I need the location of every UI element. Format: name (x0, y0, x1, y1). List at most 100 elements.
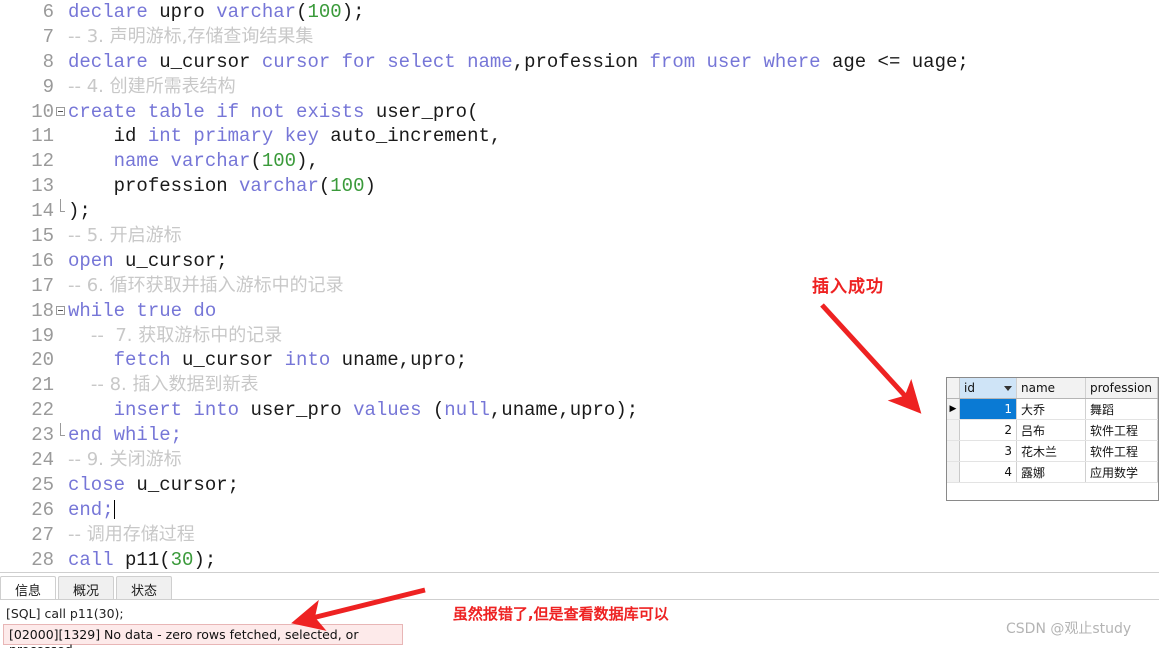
code-line[interactable]: 7 -- 3. 声明游标,存储查询结果集 (0, 25, 1159, 50)
error-message-text: [02000][1329] No data - zero rows fetche… (9, 627, 359, 648)
code-text: create table if not exists user_pro( (68, 100, 478, 125)
cell-id[interactable]: 2 (959, 419, 1017, 441)
cell-id[interactable]: 1 (959, 398, 1017, 420)
code-token-plain: ), (296, 150, 319, 173)
code-line[interactable]: 12 name varchar(100), (0, 149, 1159, 174)
code-token-kw: int primary key (147, 125, 331, 148)
cell-name[interactable]: 花木兰 (1016, 440, 1086, 462)
line-number: 24 (31, 449, 54, 472)
line-number: 12 (31, 150, 54, 173)
code-line[interactable]: 17 -- 6. 循环获取并插入游标中的记录 (0, 274, 1159, 299)
cell-name[interactable]: 露娜 (1016, 461, 1086, 483)
fold-minus-icon[interactable] (56, 106, 65, 116)
cell-profession[interactable]: 软件工程 (1085, 419, 1158, 441)
code-token-plain: auto_increment, (330, 125, 502, 148)
result-table-header-row: id name profession (947, 378, 1158, 399)
line-number: 27 (31, 523, 54, 546)
column-header-id[interactable]: id (959, 378, 1017, 399)
code-text: call p11(30); (68, 548, 216, 572)
code-token-plain: age <= uage; (831, 50, 969, 73)
code-line[interactable]: 8 declare u_cursor cursor for select name… (0, 50, 1159, 75)
code-line[interactable]: 10 create table if not exists user_pro( (0, 100, 1159, 125)
fold-minus-icon[interactable] (56, 305, 65, 315)
table-row[interactable]: 2 吕布 软件工程 (947, 419, 1158, 441)
code-token-plain: profession (68, 175, 240, 198)
cell-profession[interactable]: 舞蹈 (1085, 398, 1158, 420)
output-tab[interactable]: 信息 (0, 576, 57, 600)
chevron-down-icon[interactable] (1004, 385, 1012, 391)
code-token-num: 30 (170, 548, 194, 571)
code-token-cmt: -- 5. 开启游标 (68, 225, 182, 247)
row-selector[interactable]: ▶ (947, 398, 960, 420)
code-text: end; (68, 498, 115, 523)
line-number: 7 (42, 25, 54, 48)
code-text: while true do (68, 299, 216, 324)
code-token-cmt: -- 9. 关闭游标 (68, 449, 182, 471)
result-grid[interactable]: id name profession ▶ 1 大乔 舞蹈 2 吕布 软件工程 3 花木兰 软件工程… (946, 377, 1159, 501)
row-selector[interactable] (947, 461, 960, 483)
code-text: fetch u_cursor into uname,upro; (68, 348, 467, 373)
code-text: name varchar(100), (68, 149, 319, 174)
line-number: 22 (31, 399, 54, 422)
code-token-kw: close (68, 473, 137, 496)
cell-name[interactable]: 吕布 (1016, 419, 1086, 441)
output-tab[interactable]: 概况 (58, 576, 115, 600)
code-token-kw: insert into (113, 399, 251, 422)
code-token-kw: varchar (216, 1, 297, 23)
result-table[interactable]: id name profession ▶ 1 大乔 舞蹈 2 吕布 软件工程 3 花木兰 软件工程… (947, 378, 1158, 483)
code-line[interactable]: 15 -- 5. 开启游标 (0, 224, 1159, 249)
code-line[interactable]: 28 call p11(30); (0, 548, 1159, 572)
code-token-plain: p11 (125, 548, 160, 571)
row-selector[interactable] (947, 440, 960, 462)
table-row[interactable]: 4 露娜 应用数学 (947, 461, 1158, 483)
code-line[interactable]: 20 fetch u_cursor into uname,upro; (0, 348, 1159, 373)
line-number: 28 (31, 548, 54, 571)
line-number: 14 (31, 200, 54, 223)
code-token-kw: null (444, 399, 490, 422)
current-row-arrow-icon: ▶ (949, 404, 957, 414)
code-token-kw: end while; (68, 424, 183, 447)
code-text: -- 9. 关闭游标 (68, 448, 182, 473)
code-line[interactable]: 18 while true do (0, 299, 1159, 324)
cell-id[interactable]: 3 (959, 440, 1017, 462)
column-header-name[interactable]: name (1016, 378, 1086, 399)
cell-profession[interactable]: 应用数学 (1085, 461, 1158, 483)
code-line[interactable]: 19 -- 7. 获取游标中的记录 (0, 324, 1159, 349)
code-token-plain: user_pro (250, 399, 354, 422)
code-line[interactable]: 6 declare upro varchar(100); (0, 0, 1159, 25)
code-token-kw: into (284, 349, 342, 372)
table-row[interactable]: 3 花木兰 软件工程 (947, 440, 1158, 462)
code-line[interactable]: 14); (0, 199, 1159, 224)
cell-id[interactable]: 4 (959, 461, 1017, 483)
code-line[interactable]: 11 id int primary key auto_increment, (0, 124, 1159, 149)
column-header-profession[interactable]: profession (1085, 378, 1158, 399)
cell-profession[interactable]: 软件工程 (1085, 440, 1158, 462)
screenshot-root: 6 declare upro varchar(100); 7 -- 3. 声明游标,存… (0, 0, 1159, 648)
code-token-cmt: -- 3. 声明游标,存储查询结果集 (68, 25, 314, 47)
code-token-num: 100 (307, 1, 342, 23)
code-token-cmt: -- 6. 循环获取并插入游标中的记录 (68, 274, 344, 296)
code-line[interactable]: 9 -- 4. 创建所需表结构 (0, 75, 1159, 100)
code-token-kw: end; (68, 498, 114, 521)
code-token-kw: name varchar (113, 150, 251, 173)
line-number: 10 (31, 100, 54, 123)
code-line[interactable]: 13 profession varchar(100) (0, 174, 1159, 199)
code-line[interactable]: 27 -- 调用存储过程 (0, 523, 1159, 548)
table-row[interactable]: ▶ 1 大乔 舞蹈 (947, 398, 1158, 420)
output-tab[interactable]: 状态 (116, 576, 173, 600)
code-line[interactable]: 16 open u_cursor; (0, 249, 1159, 274)
code-text: declare u_cursor cursor for select name,… (68, 50, 969, 75)
code-token-plain: ,uname,upro); (489, 399, 639, 422)
code-line[interactable]: 26 end; (0, 498, 1159, 523)
line-number: 25 (31, 473, 54, 496)
code-token-plain: uname,upro; (341, 349, 468, 372)
code-text: -- 调用存储过程 (68, 523, 195, 548)
code-token-kw: declare (68, 50, 160, 73)
code-text: open u_cursor; (68, 249, 228, 274)
cell-name[interactable]: 大乔 (1016, 398, 1086, 420)
row-selector[interactable] (947, 419, 960, 441)
code-token-kw: while true do (68, 299, 217, 322)
output-tabs[interactable]: 信息 概况 状态 (0, 576, 174, 600)
code-token-plain: u_cursor (159, 50, 262, 73)
result-table-body[interactable]: ▶ 1 大乔 舞蹈 2 吕布 软件工程 3 花木兰 软件工程 4 露娜 应用数学 (947, 398, 1158, 483)
